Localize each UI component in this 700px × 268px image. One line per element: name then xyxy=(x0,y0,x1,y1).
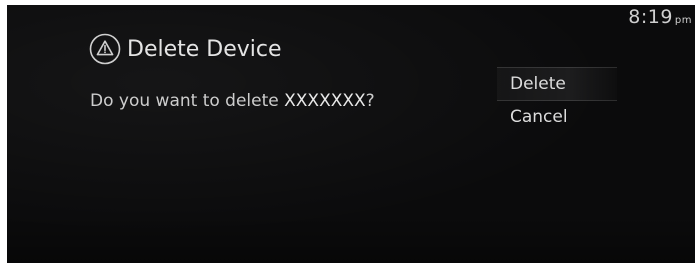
clock-time: 8:19 xyxy=(628,6,673,28)
dialog-title: Delete Device xyxy=(127,36,282,62)
dialog-header: Delete Device xyxy=(89,33,282,65)
message-prefix: Do you want to delete xyxy=(90,91,285,111)
clock-suffix: pm xyxy=(674,15,692,26)
dialog-message: Do you want to delete XXXXXXX? xyxy=(90,91,375,111)
warning-triangle-icon xyxy=(89,33,121,65)
message-suffix: ? xyxy=(365,91,375,111)
screen: 8:19 pm Delete Device Do you want to dele… xyxy=(7,5,695,263)
dialog-options: Delete Cancel xyxy=(497,67,617,133)
status-clock: 8:19 pm xyxy=(628,6,692,28)
delete-button-label: Delete xyxy=(510,74,566,94)
cancel-button-label: Cancel xyxy=(510,107,568,127)
cancel-button[interactable]: Cancel xyxy=(497,101,617,133)
delete-button[interactable]: Delete xyxy=(497,67,617,101)
device-name: XXXXXXX xyxy=(284,91,366,111)
